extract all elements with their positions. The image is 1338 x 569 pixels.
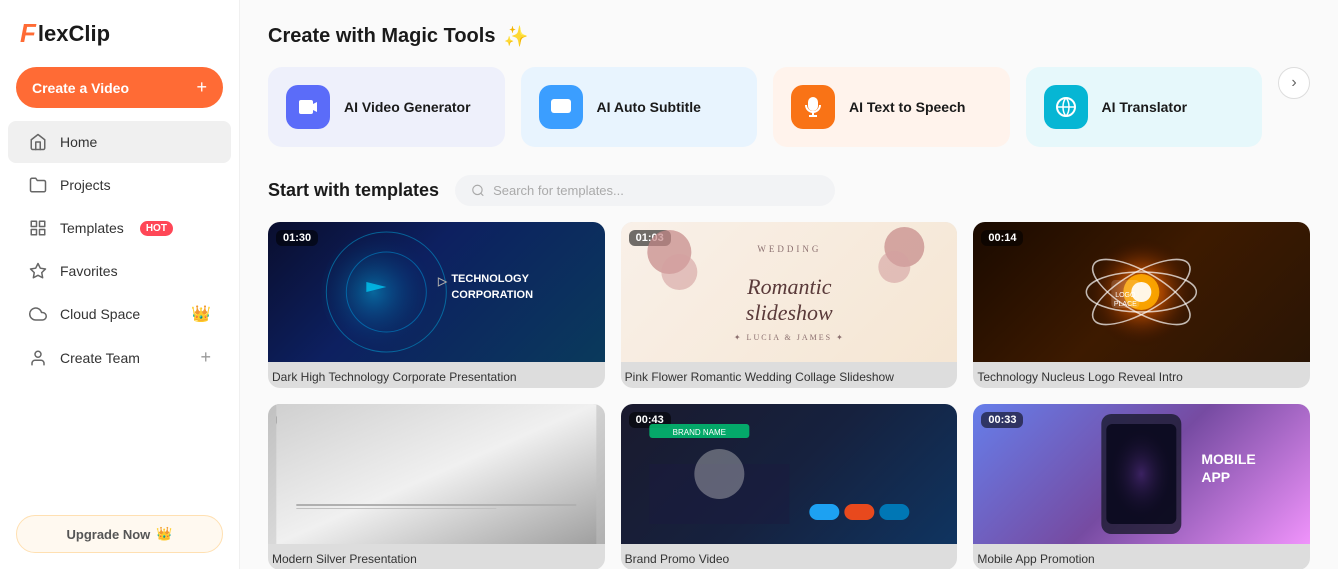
template-thumb-wedding: 01:03 WEDDING Romantic slideshow ✦ LUCIA… bbox=[621, 222, 958, 362]
svg-text:APP: APP bbox=[1202, 469, 1231, 485]
template-title-wedding: Pink Flower Romantic Wedding Collage Sli… bbox=[621, 362, 958, 388]
templates-header: Start with templates bbox=[268, 175, 1310, 206]
svg-text:PLACE: PLACE bbox=[1114, 301, 1137, 308]
ai-translator-label: AI Translator bbox=[1102, 98, 1188, 116]
sidebar-item-projects-label: Projects bbox=[60, 177, 111, 193]
logo-text: lexClip bbox=[38, 21, 110, 47]
logo-area: F lexClip bbox=[0, 0, 239, 63]
svg-text:MOBILE: MOBILE bbox=[1202, 451, 1256, 467]
create-video-plus-icon: + bbox=[196, 77, 207, 98]
thumb-svg-nucleus: LOGO PLACE bbox=[973, 222, 1310, 362]
folder-icon bbox=[28, 175, 48, 195]
ai-translator-icon-wrap bbox=[1044, 85, 1088, 129]
logo-f: F bbox=[20, 18, 36, 49]
sidebar: F lexClip Create a Video + Home Projects… bbox=[0, 0, 240, 569]
app-logo: F lexClip bbox=[20, 18, 110, 49]
sidebar-nav: Home Projects Templates HOT Favorites bbox=[0, 120, 239, 380]
sidebar-item-create-team[interactable]: Create Team + bbox=[8, 336, 231, 379]
tool-card-ai-text-to-speech[interactable]: AI Text to Speech bbox=[773, 67, 1010, 147]
thumb-svg-tech: TECHNOLOGY CORPORATION bbox=[268, 222, 605, 362]
scroll-next-icon: › bbox=[1291, 74, 1296, 92]
main-content: Create with Magic Tools ✨ AI Video Gener… bbox=[240, 0, 1338, 569]
template-grid: 01:30 TECHNOLOGY CORPORATION Dark High T… bbox=[268, 222, 1310, 569]
home-icon bbox=[28, 132, 48, 152]
magic-tools-emoji: ✨ bbox=[503, 24, 528, 49]
template-thumb-brand: 00:43 BRAND NAME bbox=[621, 404, 958, 544]
template-card-brand[interactable]: 00:43 BRAND NAME Brand Promo Video bbox=[621, 404, 958, 569]
sidebar-bottom: Upgrade Now 👑 bbox=[0, 503, 239, 569]
template-title-tech-corp: Dark High Technology Corporate Presentat… bbox=[268, 362, 605, 388]
template-thumb-tech-corp: 01:30 TECHNOLOGY CORPORATION bbox=[268, 222, 605, 362]
thumb-svg-silver bbox=[268, 404, 605, 544]
svg-text:LOGO: LOGO bbox=[1116, 292, 1137, 299]
template-thumb-nucleus: 00:14 LOGO PLACE bbox=[973, 222, 1310, 362]
create-video-label: Create a Video bbox=[32, 80, 129, 96]
ai-text-to-speech-label: AI Text to Speech bbox=[849, 98, 965, 116]
ai-video-gen-icon-wrap bbox=[286, 85, 330, 129]
template-card-nucleus[interactable]: 00:14 LOGO PLACE Technology Nucleus Logo… bbox=[973, 222, 1310, 388]
template-title-silver: Modern Silver Presentation bbox=[268, 544, 605, 569]
ai-auto-subtitle-label: AI Auto Subtitle bbox=[597, 98, 701, 116]
svg-text:WEDDING: WEDDING bbox=[757, 244, 821, 254]
svg-text:slideshow: slideshow bbox=[746, 300, 833, 325]
sidebar-item-home-label: Home bbox=[60, 134, 97, 150]
template-thumb-phone: 00:33 MOBILE APP bbox=[973, 404, 1310, 544]
template-card-phone[interactable]: 00:33 MOBILE APP Mobile App Promotion bbox=[973, 404, 1310, 569]
thumb-svg-brand: BRAND NAME bbox=[621, 404, 958, 544]
svg-text:TECHNOLOGY: TECHNOLOGY bbox=[451, 273, 529, 285]
svg-text:CORPORATION: CORPORATION bbox=[451, 289, 533, 301]
magic-tools-scroll-next[interactable]: › bbox=[1278, 67, 1310, 99]
svg-text:BRAND NAME: BRAND NAME bbox=[672, 428, 725, 437]
template-card-silver[interactable]: 00:37 Modern Silver Presentation bbox=[268, 404, 605, 569]
template-title-nucleus: Technology Nucleus Logo Reveal Intro bbox=[973, 362, 1310, 388]
template-title-phone: Mobile App Promotion bbox=[973, 544, 1310, 569]
tool-card-ai-translator[interactable]: AI Translator bbox=[1026, 67, 1263, 147]
sidebar-item-cloud-space-label: Cloud Space bbox=[60, 306, 140, 322]
grid-icon bbox=[28, 218, 48, 238]
template-card-tech-corp[interactable]: 01:30 TECHNOLOGY CORPORATION Dark High T… bbox=[268, 222, 605, 388]
upgrade-button[interactable]: Upgrade Now 👑 bbox=[16, 515, 223, 553]
sidebar-item-cloud-space[interactable]: Cloud Space 👑 bbox=[8, 293, 231, 335]
sidebar-item-favorites-label: Favorites bbox=[60, 263, 118, 279]
template-search-input[interactable] bbox=[493, 183, 819, 198]
template-card-wedding[interactable]: 01:03 WEDDING Romantic slideshow ✦ LUCIA… bbox=[621, 222, 958, 388]
sidebar-item-templates[interactable]: Templates HOT bbox=[8, 207, 231, 249]
thumb-svg-phone: MOBILE APP bbox=[973, 404, 1310, 544]
templates-section-title: Start with templates bbox=[268, 180, 439, 201]
hot-badge: HOT bbox=[140, 221, 173, 236]
tool-card-ai-video-gen[interactable]: AI Video Generator bbox=[268, 67, 505, 147]
ai-video-gen-label: AI Video Generator bbox=[344, 98, 471, 116]
upgrade-label: Upgrade Now bbox=[67, 527, 151, 542]
sidebar-item-projects[interactable]: Projects bbox=[8, 164, 231, 206]
template-title-brand: Brand Promo Video bbox=[621, 544, 958, 569]
svg-text:Romantic: Romantic bbox=[746, 274, 832, 299]
magic-tools-title: Create with Magic Tools ✨ bbox=[268, 24, 1310, 49]
tool-card-ai-auto-subtitle[interactable]: AI Auto Subtitle bbox=[521, 67, 758, 147]
thumb-svg-wedding: WEDDING Romantic slideshow ✦ LUCIA & JAM… bbox=[621, 222, 958, 362]
template-thumb-silver: 00:37 bbox=[268, 404, 605, 544]
ai-text-to-speech-icon-wrap bbox=[791, 85, 835, 129]
svg-text:✦ LUCIA & JAMES ✦: ✦ LUCIA & JAMES ✦ bbox=[734, 333, 845, 342]
create-team-plus-icon: + bbox=[200, 347, 211, 368]
crown-icon: 👑 bbox=[191, 304, 211, 324]
cloud-icon bbox=[28, 304, 48, 324]
sidebar-item-home[interactable]: Home bbox=[8, 121, 231, 163]
star-icon bbox=[28, 261, 48, 281]
magic-tools-title-text: Create with Magic Tools bbox=[268, 25, 495, 48]
sidebar-item-favorites[interactable]: Favorites bbox=[8, 250, 231, 292]
sidebar-item-templates-label: Templates bbox=[60, 220, 124, 236]
search-icon bbox=[471, 183, 485, 198]
create-video-button[interactable]: Create a Video + bbox=[16, 67, 223, 108]
template-search-bar[interactable] bbox=[455, 175, 835, 206]
upgrade-crown-icon: 👑 bbox=[156, 526, 172, 542]
person-icon bbox=[28, 348, 48, 368]
magic-tools-list: AI Video Generator AI Auto Subtitle AI T… bbox=[268, 67, 1310, 147]
sidebar-item-create-team-label: Create Team bbox=[60, 350, 140, 366]
ai-auto-subtitle-icon-wrap bbox=[539, 85, 583, 129]
